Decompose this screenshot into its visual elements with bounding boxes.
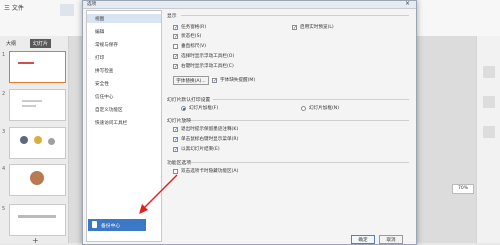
file-menu[interactable]: 三 文件 xyxy=(4,3,24,12)
status-bar-label: 状态栏(S) xyxy=(181,34,202,39)
live-preview-checkbox[interactable]: ✓ xyxy=(292,25,297,31)
slide-thumbnail-2[interactable] xyxy=(9,89,66,121)
slide-number: 4 xyxy=(2,166,6,172)
hide-ribbon-label: 双击选项卡时隐藏功能区(A) xyxy=(181,169,239,174)
options-dialog: 选项 × 视图 编辑 常规与保存 打印 拼写检查 安全性 信任中心 自定义功能区… xyxy=(82,0,417,245)
keep-ink-label: 退出时提示保留墨迹注释(K) xyxy=(181,127,239,132)
slide-thumbnail-pane: 大纲 幻灯片 1 2 3 4 5 + xyxy=(0,36,69,245)
live-preview-label: 启用实时预览(L) xyxy=(300,25,334,30)
nav-item-spellcheck[interactable]: 拼写检查 xyxy=(95,68,113,74)
options-content: 显示 ✓ 任务窗格(R) ✓ 状态栏(S) 垂直标尺(V) ✓ 选择时显示浮动工… xyxy=(167,10,411,244)
nav-item-security[interactable]: 安全性 xyxy=(95,81,109,87)
add-slide-icon[interactable]: + xyxy=(32,236,39,245)
floating-toolbar-select-label: 选择时显示浮动工具栏(O) xyxy=(181,54,235,59)
keep-ink-checkbox[interactable]: ✓ xyxy=(173,127,178,133)
slide-thumbnail-1[interactable] xyxy=(9,51,66,83)
backup-center-button[interactable]: 备份中心 xyxy=(88,219,146,231)
nav-item-quick-access-toolbar[interactable]: 快速访问工具栏 xyxy=(95,120,127,126)
font-missing-label: 字体缺失提醒(M) xyxy=(220,78,256,83)
section-title-print-default: 幻灯片默认打印设置 xyxy=(167,98,211,103)
section-title-display: 显示 xyxy=(167,14,177,19)
slide-number: 3 xyxy=(2,129,6,135)
vertical-ruler-checkbox[interactable] xyxy=(173,44,178,49)
font-replace-button[interactable]: 字体替换(A)... xyxy=(173,76,209,85)
task-pane-label: 任务窗格(R) xyxy=(181,25,207,30)
nav-item-customize-ribbon[interactable]: 自定义功能区 xyxy=(95,107,123,113)
dialog-title: 选项 xyxy=(87,2,97,7)
floating-toolbar-rightclick-label: 右键时显示浮动工具栏(C) xyxy=(181,64,234,69)
floating-toolbar-rightclick-checkbox[interactable]: ✓ xyxy=(173,64,178,70)
slides-tab[interactable]: 幻灯片 xyxy=(30,39,52,48)
section-title-function-options: 功能区选项 xyxy=(167,161,191,166)
slide-number: 2 xyxy=(2,91,6,97)
end-black-slide-label: 以黑幻灯片结束(E) xyxy=(181,147,220,152)
backup-icon xyxy=(92,221,97,228)
nav-item-view[interactable]: 视图 xyxy=(95,16,104,22)
nav-item-edit[interactable]: 编辑 xyxy=(95,29,104,35)
toolbar-icon[interactable] xyxy=(60,4,74,16)
tool-icon[interactable] xyxy=(483,126,495,138)
options-nav: 视图 编辑 常规与保存 打印 拼写检查 安全性 信任中心 自定义功能区 快速访问… xyxy=(86,10,162,242)
nav-item-print[interactable]: 打印 xyxy=(95,55,104,61)
status-bar-checkbox[interactable]: ✓ xyxy=(173,34,178,40)
slide-thumbnail-3[interactable] xyxy=(9,127,66,159)
backup-label: 备份中心 xyxy=(101,224,121,229)
frame-slides-radio[interactable] xyxy=(181,106,186,111)
dialog-titlebar: 选项 × xyxy=(83,0,416,9)
slide-thumbnail-4[interactable] xyxy=(9,164,66,196)
font-missing-checkbox[interactable]: ✓ xyxy=(212,78,217,84)
end-black-slide-checkbox[interactable]: ✓ xyxy=(173,147,178,153)
rightclick-menu-label: 单击鼠标右键时显示菜单(R) xyxy=(181,137,239,142)
close-icon[interactable]: × xyxy=(405,0,410,7)
zoom-level[interactable]: 70% xyxy=(452,184,474,194)
right-tool-pane xyxy=(476,36,500,243)
outline-tab[interactable]: 大纲 xyxy=(6,40,16,47)
floating-toolbar-select-checkbox[interactable]: ✓ xyxy=(173,54,178,60)
section-title-slideshow: 幻灯片放映 xyxy=(167,119,191,124)
task-pane-checkbox[interactable]: ✓ xyxy=(173,25,178,31)
tool-icon[interactable] xyxy=(483,66,495,78)
hide-ribbon-checkbox[interactable] xyxy=(173,169,178,174)
nav-item-general-save[interactable]: 常规与保存 xyxy=(95,42,118,48)
vertical-ruler-label: 垂直标尺(V) xyxy=(181,44,207,49)
nav-item-trust-center[interactable]: 信任中心 xyxy=(95,94,113,100)
frame-slides-alt-label: 幻灯片加框(N) xyxy=(309,106,339,111)
slide-number: 5 xyxy=(2,206,6,212)
tool-icon[interactable] xyxy=(483,96,495,108)
rightclick-menu-checkbox[interactable]: ✓ xyxy=(173,137,178,143)
frame-slides-alt-radio[interactable] xyxy=(301,106,306,111)
slide-number: 1 xyxy=(2,52,6,58)
frame-slides-label: 幻灯片加框(F) xyxy=(189,106,219,111)
slide-thumbnail-5[interactable] xyxy=(9,204,66,236)
